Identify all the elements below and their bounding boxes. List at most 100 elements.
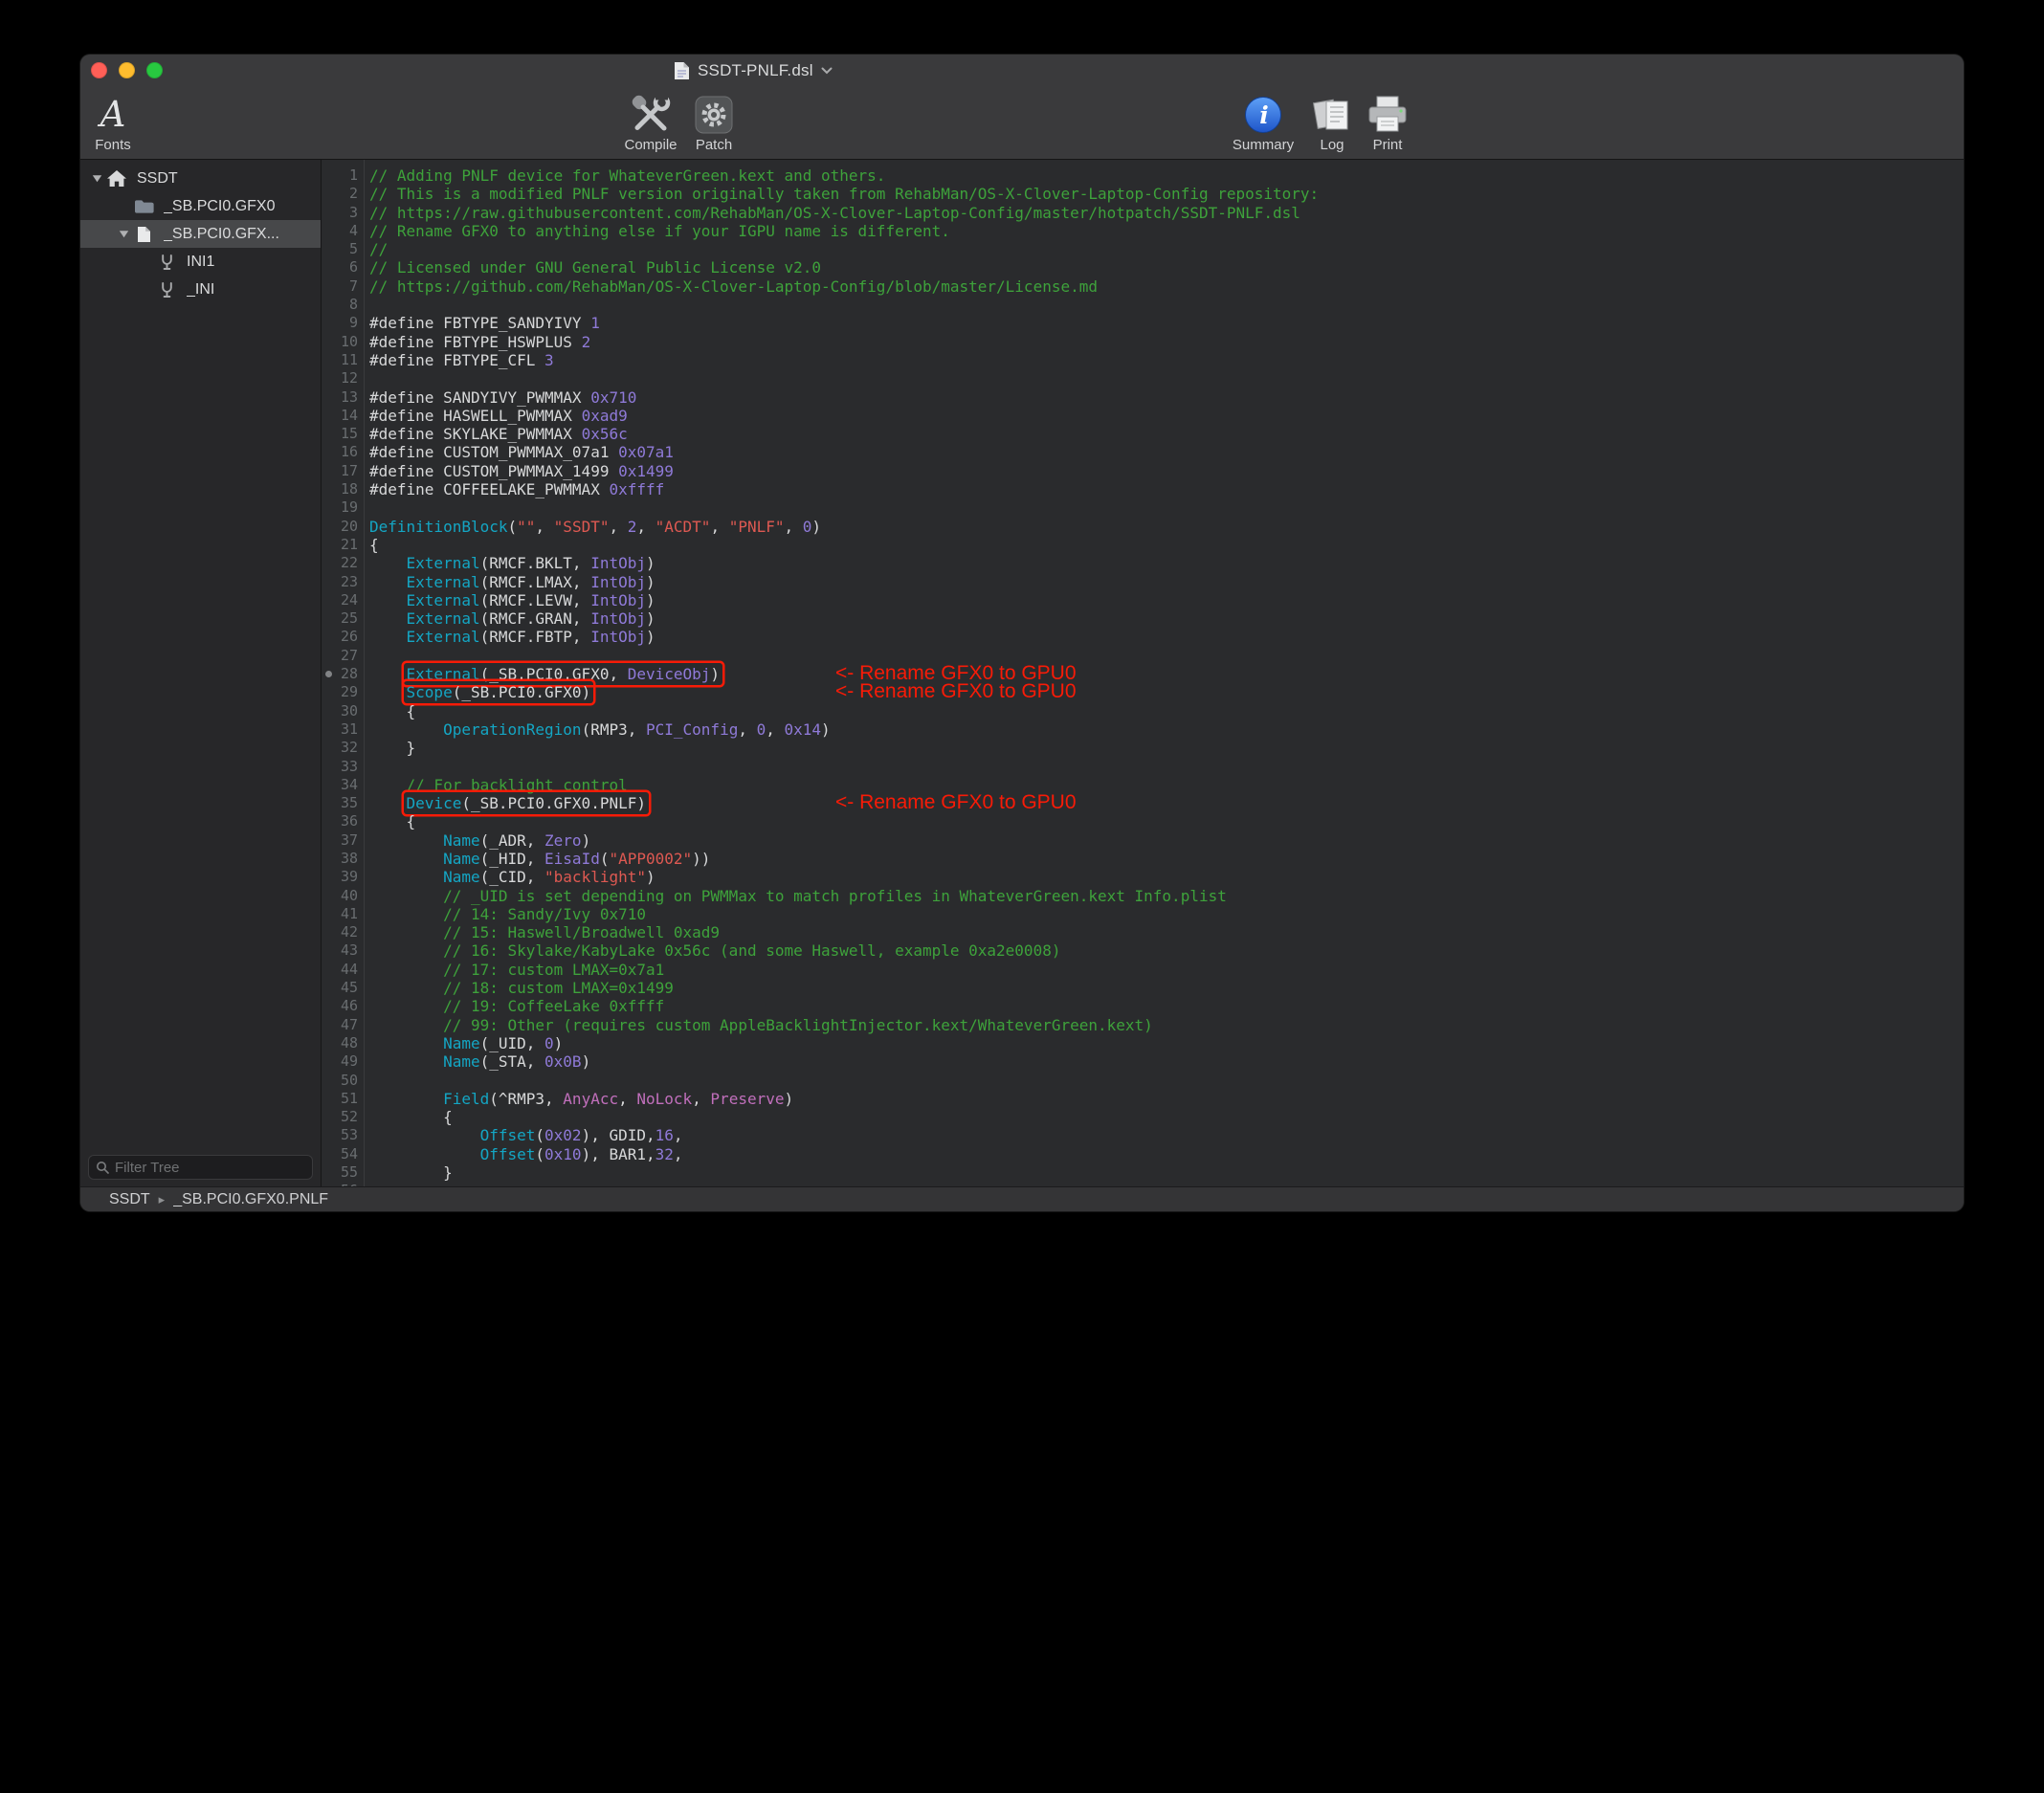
code-line-46[interactable]: 46 // 19: CoffeeLake 0xffff [322, 997, 1964, 1015]
breadcrumb-leaf[interactable]: _SB.PCI0.GFX0.PNLF [173, 1191, 328, 1208]
fonts-button[interactable]: A Fonts [82, 91, 144, 156]
search-icon [96, 1161, 109, 1174]
code-line-32[interactable]: 32 } [322, 739, 1964, 757]
line-number: 48 [322, 1034, 358, 1052]
close-button[interactable] [91, 62, 107, 78]
sidebar-item-ssdt[interactable]: SSDT [80, 165, 321, 192]
sidebar-item-ini[interactable]: _INI [80, 276, 321, 303]
code-line-16[interactable]: 16#define CUSTOM_PWMMAX_07a1 0x07a1 [322, 443, 1964, 461]
code-line-7[interactable]: 7// https://github.com/RehabMan/OS-X-Clo… [322, 277, 1964, 296]
code-line-45[interactable]: 45 // 18: custom LMAX=0x1499 [322, 979, 1964, 997]
sidebar-item-sb-pci0-gfx0[interactable]: _SB.PCI0.GFX0 [80, 192, 321, 220]
code-line-30[interactable]: 30 { [322, 702, 1964, 720]
code-line-42[interactable]: 42 // 15: Haswell/Broadwell 0xad9 [322, 923, 1964, 941]
line-number: 17 [322, 462, 358, 480]
print-icon [1366, 95, 1410, 135]
code-line-9[interactable]: 9#define FBTYPE_SANDYIVY 1 [322, 314, 1964, 332]
code-line-43[interactable]: 43 // 16: Skylake/KabyLake 0x56c (and so… [322, 941, 1964, 960]
code-text: Offset(0x02), GDID,16, [369, 1126, 683, 1144]
print-button[interactable]: Print [1359, 91, 1416, 156]
filter-input[interactable] [115, 1160, 305, 1176]
code-line-15[interactable]: 15#define SKYLAKE_PWMMAX 0x56c [322, 425, 1964, 443]
code-text: // 16: Skylake/KabyLake 0x56c (and some … [369, 941, 1060, 960]
line-number: 44 [322, 961, 358, 979]
patch-button[interactable]: Patch [683, 91, 744, 156]
code-line-24[interactable]: 24 External(RMCF.LEVW, IntObj) [322, 591, 1964, 609]
code-text: // 17: custom LMAX=0x7a1 [369, 961, 664, 979]
code-text: Name(_ADR, Zero) [369, 831, 590, 850]
traffic-lights [91, 62, 163, 78]
disclosure-slot[interactable] [115, 230, 132, 238]
code-line-11[interactable]: 11#define FBTYPE_CFL 3 [322, 351, 1964, 369]
sidebar-item-sb-pci0-gfx[interactable]: _SB.PCI0.GFX... [80, 220, 321, 248]
code-line-41[interactable]: 41 // 14: Sandy/Ivy 0x710 [322, 905, 1964, 923]
code-line-31[interactable]: 31 OperationRegion(RMP3, PCI_Config, 0, … [322, 720, 1964, 739]
code-line-3[interactable]: 3// https://raw.githubusercontent.com/Re… [322, 204, 1964, 222]
line-number: 52 [322, 1108, 358, 1126]
code-line-18[interactable]: 18#define COFFEELAKE_PWMMAX 0xffff [322, 480, 1964, 498]
code-line-52[interactable]: 52 { [322, 1108, 1964, 1126]
code-line-21[interactable]: 21{ [322, 536, 1964, 554]
code-text: { [369, 702, 415, 720]
code-line-40[interactable]: 40 // _UID is set depending on PWMMax to… [322, 887, 1964, 905]
code-line-5[interactable]: 5// [322, 240, 1964, 258]
filter-field[interactable] [88, 1155, 313, 1180]
log-icon [1311, 95, 1353, 135]
log-button[interactable]: Log [1305, 91, 1359, 156]
sidebar-item-ini1[interactable]: INI1 [80, 248, 321, 276]
desktop: SSDT-PNLF.dsl A Fonts [0, 0, 2044, 1793]
code-line-48[interactable]: 48 Name(_UID, 0) [322, 1034, 1964, 1052]
line-number: 32 [322, 739, 358, 757]
titlebar[interactable]: SSDT-PNLF.dsl [80, 55, 1964, 87]
code-line-2[interactable]: 2// This is a modified PNLF version orig… [322, 185, 1964, 203]
summary-button[interactable]: i Summary [1223, 91, 1303, 156]
code-line-51[interactable]: 51 Field(^RMP3, AnyAcc, NoLock, Preserve… [322, 1090, 1964, 1108]
line-number: 4 [322, 222, 358, 240]
code-line-55[interactable]: 55 } [322, 1163, 1964, 1182]
code-line-23[interactable]: 23 External(RMCF.LMAX, IntObj) [322, 573, 1964, 591]
code-line-8[interactable]: 8 [322, 296, 1964, 314]
code-line-50[interactable]: 50 [322, 1072, 1964, 1090]
code-line-12[interactable]: 12 [322, 369, 1964, 387]
code-line-1[interactable]: 1// Adding PNLF device for WhateverGreen… [322, 166, 1964, 185]
code-line-53[interactable]: 53 Offset(0x02), GDID,16, [322, 1126, 1964, 1144]
code-editor[interactable]: 1// Adding PNLF device for WhateverGreen… [322, 160, 1964, 1186]
code-line-20[interactable]: 20DefinitionBlock("", "SSDT", 2, "ACDT",… [322, 518, 1964, 536]
title-chevron-icon[interactable] [821, 67, 833, 75]
code-line-29[interactable]: 29 Scope(_SB.PCI0.GFX0)<- Rename GFX0 to… [322, 683, 1964, 701]
code-line-13[interactable]: 13#define SANDYIVY_PWMMAX 0x710 [322, 388, 1964, 407]
minimize-button[interactable] [119, 62, 135, 78]
code-line-19[interactable]: 19 [322, 498, 1964, 517]
code-line-33[interactable]: 33 [322, 758, 1964, 776]
code-line-10[interactable]: 10#define FBTYPE_HSWPLUS 2 [322, 333, 1964, 351]
code-line-49[interactable]: 49 Name(_STA, 0x0B) [322, 1052, 1964, 1071]
code-line-37[interactable]: 37 Name(_ADR, Zero) [322, 831, 1964, 850]
disclosure-slot[interactable] [88, 174, 105, 183]
code-line-47[interactable]: 47 // 99: Other (requires custom AppleBa… [322, 1016, 1964, 1034]
code-line-22[interactable]: 22 External(RMCF.BKLT, IntObj) [322, 554, 1964, 572]
code-line-44[interactable]: 44 // 17: custom LMAX=0x7a1 [322, 961, 1964, 979]
code-line-17[interactable]: 17#define CUSTOM_PWMMAX_1499 0x1499 [322, 462, 1964, 480]
breadcrumb-root[interactable]: SSDT [109, 1191, 150, 1208]
code-line-38[interactable]: 38 Name(_HID, EisaId("APP0002")) [322, 850, 1964, 868]
compile-button[interactable]: Compile [612, 91, 689, 156]
code-line-36[interactable]: 36 { [322, 812, 1964, 830]
rename-annotation-text: <- Rename GFX0 to GPU0 [835, 793, 1077, 811]
code-line-54[interactable]: 54 Offset(0x10), BAR1,32, [322, 1145, 1964, 1163]
code-text: { [369, 536, 379, 554]
code-line-35[interactable]: 35 Device(_SB.PCI0.GFX0.PNLF)<- Rename G… [322, 794, 1964, 812]
code-line-56[interactable]: 56 [322, 1182, 1964, 1186]
disclosure-triangle-icon[interactable] [119, 230, 129, 238]
disclosure-triangle-icon[interactable] [92, 174, 102, 183]
maciasl-window: SSDT-PNLF.dsl A Fonts [80, 55, 1964, 1211]
zoom-button[interactable] [146, 62, 163, 78]
document-proxy-icon[interactable] [674, 61, 690, 80]
code-line-26[interactable]: 26 External(RMCF.FBTP, IntObj) [322, 628, 1964, 646]
code-line-39[interactable]: 39 Name(_CID, "backlight") [322, 868, 1964, 886]
code-line-14[interactable]: 14#define HASWELL_PWMMAX 0xad9 [322, 407, 1964, 425]
svg-text:i: i [1259, 101, 1269, 129]
code-line-4[interactable]: 4// Rename GFX0 to anything else if your… [322, 222, 1964, 240]
line-number: 50 [322, 1072, 358, 1090]
code-line-6[interactable]: 6// Licensed under GNU General Public Li… [322, 258, 1964, 277]
code-line-25[interactable]: 25 External(RMCF.GRAN, IntObj) [322, 609, 1964, 628]
